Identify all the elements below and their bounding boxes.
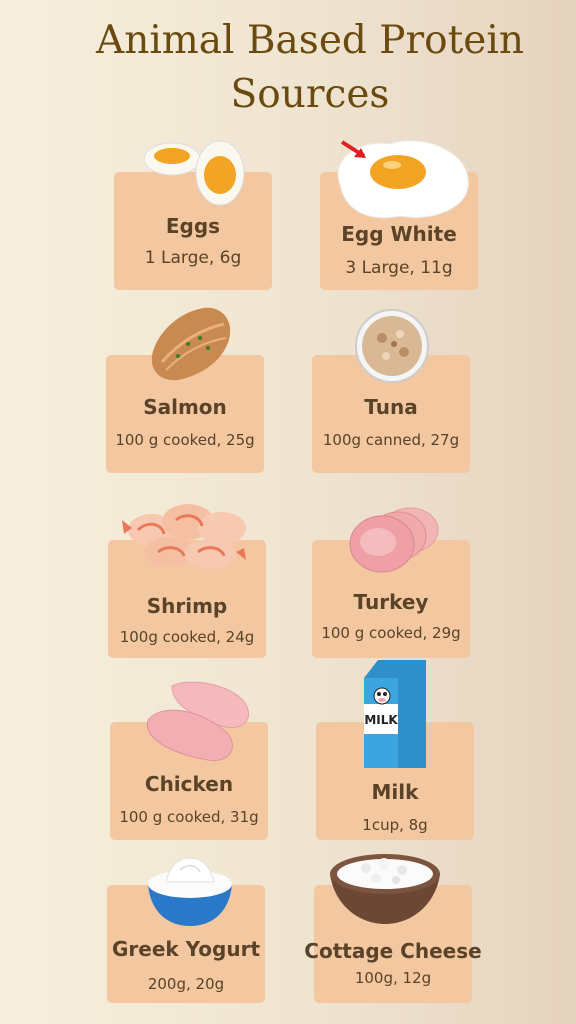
carton-label: MILK bbox=[364, 713, 398, 727]
boiled-egg-icon bbox=[143, 140, 245, 206]
item-amount: 1 Large, 6g bbox=[144, 248, 242, 268]
item-name: Egg White bbox=[341, 222, 457, 246]
item-name: Shrimp bbox=[146, 594, 228, 618]
shrimp-icon bbox=[122, 504, 246, 569]
item-amount: 100g, 12g bbox=[354, 969, 432, 987]
turkey-slices-icon bbox=[349, 507, 439, 573]
tuna-bowl-icon bbox=[355, 309, 429, 383]
item-name: Chicken bbox=[144, 772, 234, 796]
item-amount: 3 Large, 11g bbox=[345, 258, 453, 278]
yogurt-bowl-icon bbox=[148, 857, 232, 926]
item-name: Cottage Cheese bbox=[304, 939, 482, 963]
cottage-cheese-bowl-icon bbox=[330, 854, 440, 924]
fried-egg-icon bbox=[337, 140, 469, 219]
item-amount: 100g canned, 27g bbox=[322, 431, 460, 449]
page-title: Animal Based Protein Sources bbox=[96, 18, 524, 117]
item-amount: 100 g cooked, 31g bbox=[119, 808, 259, 826]
item-amount: 100 g cooked, 29g bbox=[321, 624, 461, 642]
item-amount: 100 g cooked, 25g bbox=[115, 431, 255, 449]
item-name: Eggs bbox=[165, 214, 221, 238]
item-name: Tuna bbox=[364, 395, 418, 419]
item-amount: 100g cooked, 24g bbox=[119, 628, 255, 646]
chicken-breast-icon bbox=[147, 681, 250, 762]
item-amount: 1cup, 8g bbox=[362, 816, 428, 834]
item-name: Milk bbox=[371, 780, 419, 804]
milk-carton-icon: MILK bbox=[364, 660, 426, 768]
item-name: Greek Yogurt bbox=[111, 937, 261, 961]
item-amount: 200g, 20g bbox=[147, 975, 225, 993]
salmon-fillet-icon bbox=[151, 307, 231, 381]
item-name: Turkey bbox=[353, 590, 429, 614]
item-name: Salmon bbox=[143, 395, 227, 419]
